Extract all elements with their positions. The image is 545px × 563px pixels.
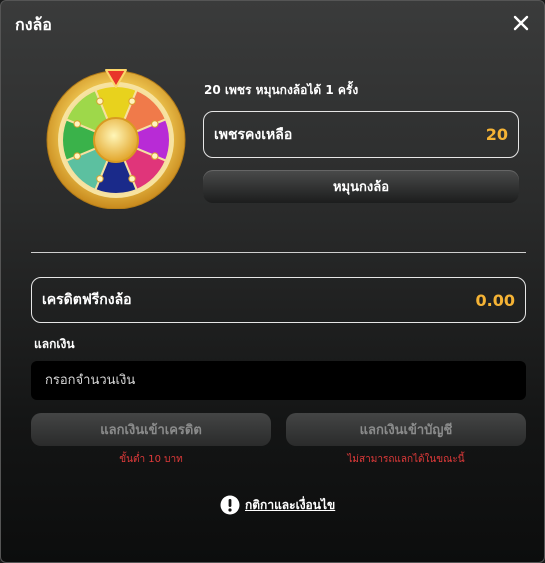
exchange-section-label: แลกเงิน xyxy=(34,337,75,351)
free-credit-box: เครดิตฟรีกงล้อ 0.00 xyxy=(31,277,526,323)
spin-cost-info: 20 เพชร หมุนกงล้อได้ 1 ครั้ง xyxy=(204,83,359,97)
close-icon[interactable] xyxy=(510,12,532,34)
wheel-bulb xyxy=(128,175,136,183)
wheel-bulb xyxy=(128,97,136,105)
diamond-balance-value: 20 xyxy=(485,125,508,144)
prize-wheel-icon xyxy=(45,67,187,210)
minimum-amount-note: ขั้นต่ำ 10 บาท xyxy=(119,454,183,465)
wheel-bulb xyxy=(151,120,159,128)
diamond-balance-box: เพชรคงเหลือ 20 xyxy=(203,111,519,158)
unavailable-note: ไม่สามารถแลกได้ในขณะนี้ xyxy=(347,454,465,465)
spin-button[interactable]: หมุนกงล้อ xyxy=(203,170,519,203)
wheel-modal: กงล้อ 20 เพชร หมุนกงล้อได้ 1 ครั้ง เพชรค… xyxy=(0,0,545,563)
exclamation-circle-icon xyxy=(220,495,240,515)
wheel-bulb xyxy=(151,152,159,160)
exchange-to-credit-button[interactable]: แลกเงินเข้าเครดิต xyxy=(31,413,271,446)
amount-input[interactable] xyxy=(31,361,526,400)
exchange-to-account-button[interactable]: แลกเงินเข้าบัญชี xyxy=(286,413,526,446)
wheel-bulb xyxy=(96,97,104,105)
modal-title: กงล้อ xyxy=(15,15,52,34)
wheel-bulb xyxy=(73,120,81,128)
free-credit-value: 0.00 xyxy=(475,290,515,310)
terms-link[interactable]: กติกาและเงื่อนไข xyxy=(220,495,335,515)
divider xyxy=(31,252,526,253)
free-credit-label: เครดิตฟรีกงล้อ xyxy=(42,292,132,308)
wheel-bulb xyxy=(96,175,104,183)
diamond-balance-label: เพชรคงเหลือ xyxy=(214,126,293,143)
terms-label: กติกาและเงื่อนไข xyxy=(245,497,336,512)
wheel-bulb xyxy=(73,152,81,160)
